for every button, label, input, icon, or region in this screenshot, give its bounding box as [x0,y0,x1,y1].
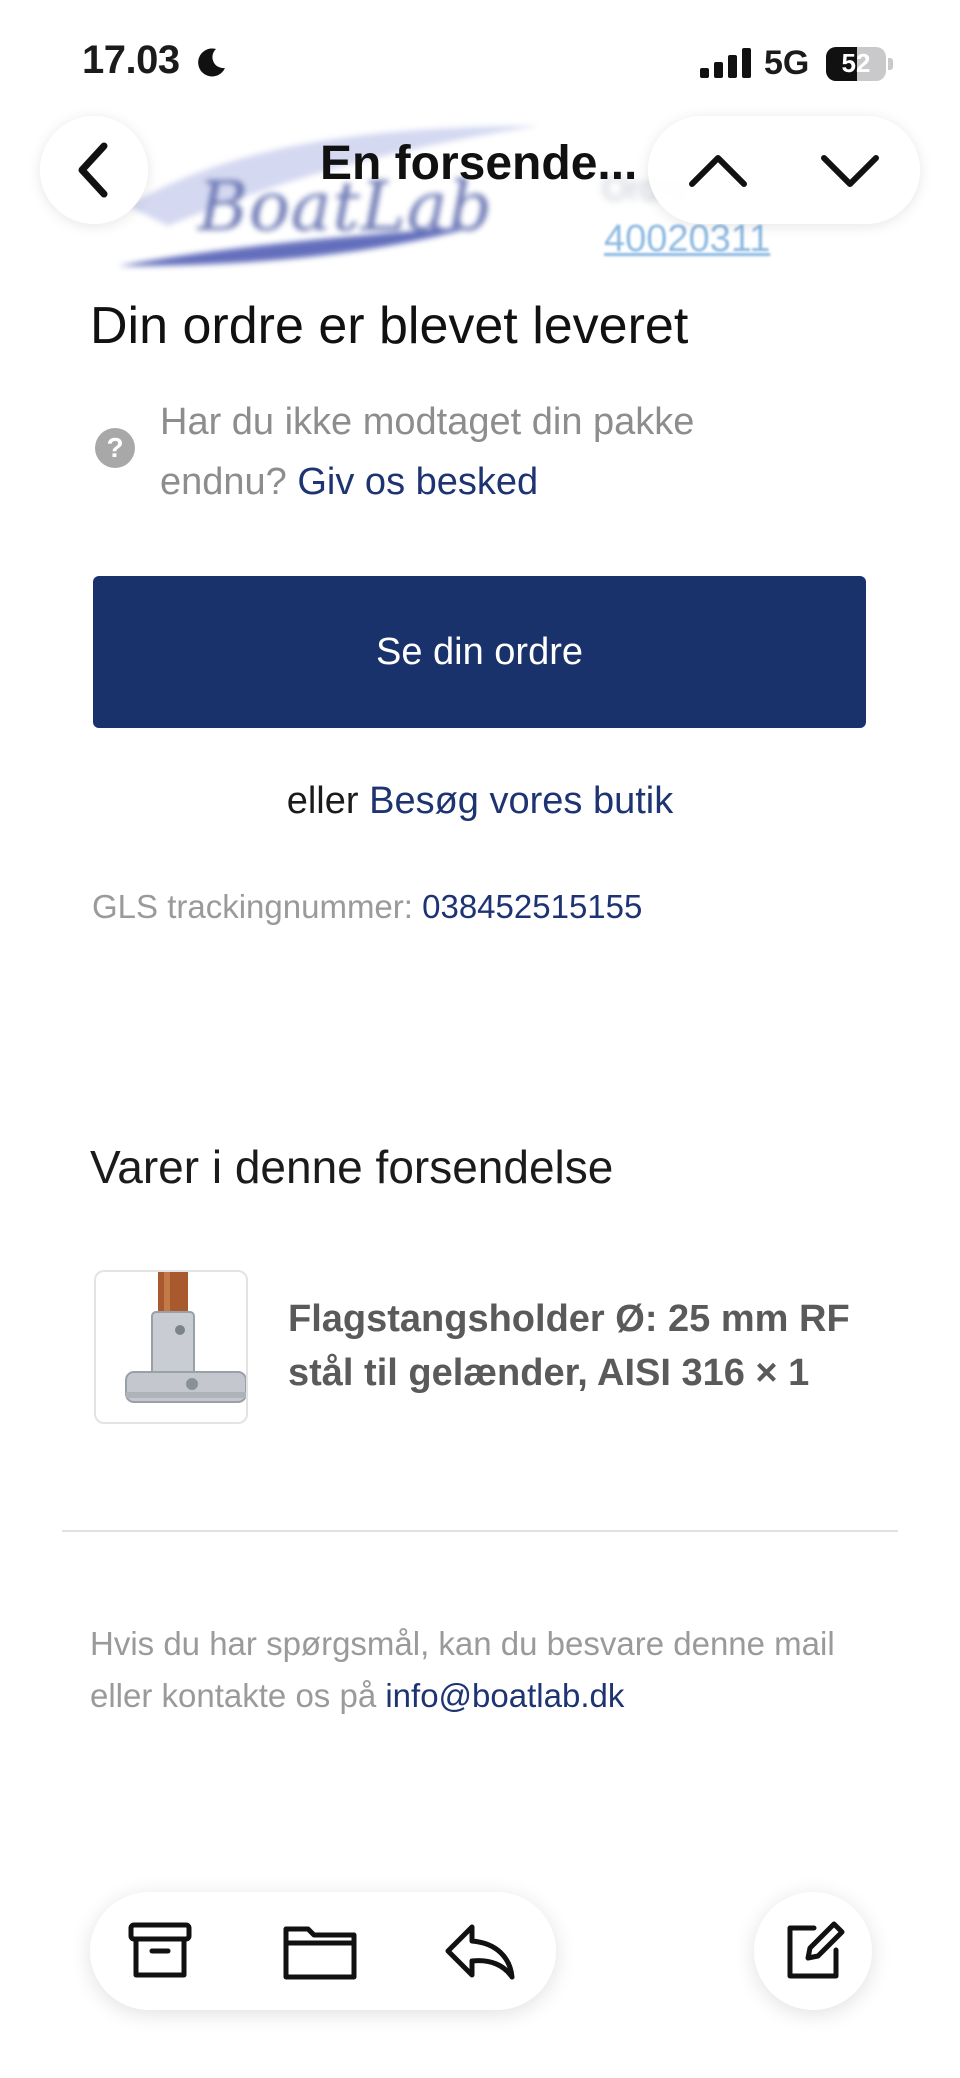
help-icon: ? [95,428,135,468]
previous-message-button[interactable] [678,136,758,204]
reply-icon [445,1924,515,1980]
bottom-toolbar [90,1892,556,2010]
help-text: Har du ikke modtaget din pakke endnu? Gi… [160,392,800,512]
message-navigation [648,116,920,224]
status-bar: 17.03 5G 52 [0,0,960,110]
flagpole-holder-icon [125,1272,246,1403]
reply-button[interactable] [440,1914,520,1988]
product-image [94,1270,248,1424]
battery-icon: 52 [826,47,886,81]
network-label: 5G [764,44,810,82]
alternative-line: eller Besøg vores butik [0,780,960,823]
signal-icon [700,48,751,78]
chevron-left-icon [78,142,108,198]
compose-icon [787,1921,845,1979]
brand-logo: BoatLab [108,106,548,276]
archive-button[interactable] [120,1914,200,1988]
chevron-down-icon [821,155,879,187]
contact-email-link[interactable]: info@boatlab.dk [385,1677,624,1714]
alt-prefix: eller [286,780,359,822]
next-message-button[interactable] [810,136,890,204]
tracking-line: GLS trackingnummer: 038452515155 [92,888,642,926]
back-button[interactable] [40,116,148,224]
tracking-number-link[interactable]: 038452515155 [422,888,642,925]
divider [62,1530,898,1532]
move-to-folder-button[interactable] [280,1914,360,1988]
view-order-button[interactable]: Se din ordre [93,576,866,728]
delivery-headline: Din ordre er blevet leveret [90,297,689,355]
order-number-link[interactable]: 40020311 [604,218,770,261]
notify-us-link[interactable]: Giv os besked [297,461,538,503]
product-title[interactable]: Flagstangsholder Ø: 25 mm RF stål til ge… [288,1292,888,1400]
compose-button[interactable] [754,1892,872,2010]
visit-store-link[interactable]: Besøg vores butik [369,780,673,822]
moon-icon [198,48,225,77]
status-time: 17.03 [82,38,180,82]
battery-level: 52 [841,48,871,78]
archive-icon [128,1922,192,1978]
folder-icon [283,1926,357,1980]
nav-title: En forsende... [320,137,638,190]
footer-text: Hvis du har spørgsmål, kan du besvare de… [90,1618,870,1722]
items-section-title: Varer i denne forsendelse [90,1141,614,1193]
battery-tip [888,58,893,70]
tracking-label: GLS trackingnummer: [92,888,413,925]
chevron-up-icon [689,155,747,187]
